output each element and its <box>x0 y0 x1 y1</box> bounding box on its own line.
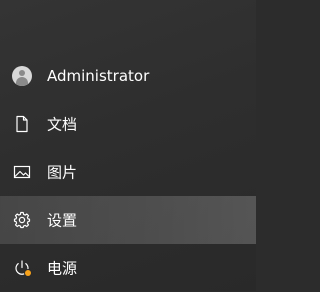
document-icon <box>12 114 32 134</box>
user-account-item[interactable]: Administrator <box>0 52 256 100</box>
user-account-label: Administrator <box>47 67 150 85</box>
power-icon <box>12 258 32 278</box>
pictures-label: 图片 <box>47 163 78 182</box>
pictures-item[interactable]: 图片 <box>0 148 256 196</box>
power-label: 电源 <box>47 259 78 278</box>
documents-label: 文档 <box>47 115 78 134</box>
power-item[interactable]: 电源 <box>0 244 256 292</box>
settings-item[interactable]: 设置 <box>0 196 256 244</box>
start-menu-panel: Administrator 文档 图片 设置 电源 <box>0 0 256 291</box>
settings-label: 设置 <box>47 211 78 230</box>
picture-icon <box>12 162 32 182</box>
update-badge-dot <box>25 270 31 276</box>
documents-item[interactable]: 文档 <box>0 100 256 148</box>
start-menu-list: Administrator 文档 图片 设置 电源 <box>0 52 256 292</box>
user-avatar-icon <box>12 66 32 86</box>
gear-icon <box>12 210 32 230</box>
